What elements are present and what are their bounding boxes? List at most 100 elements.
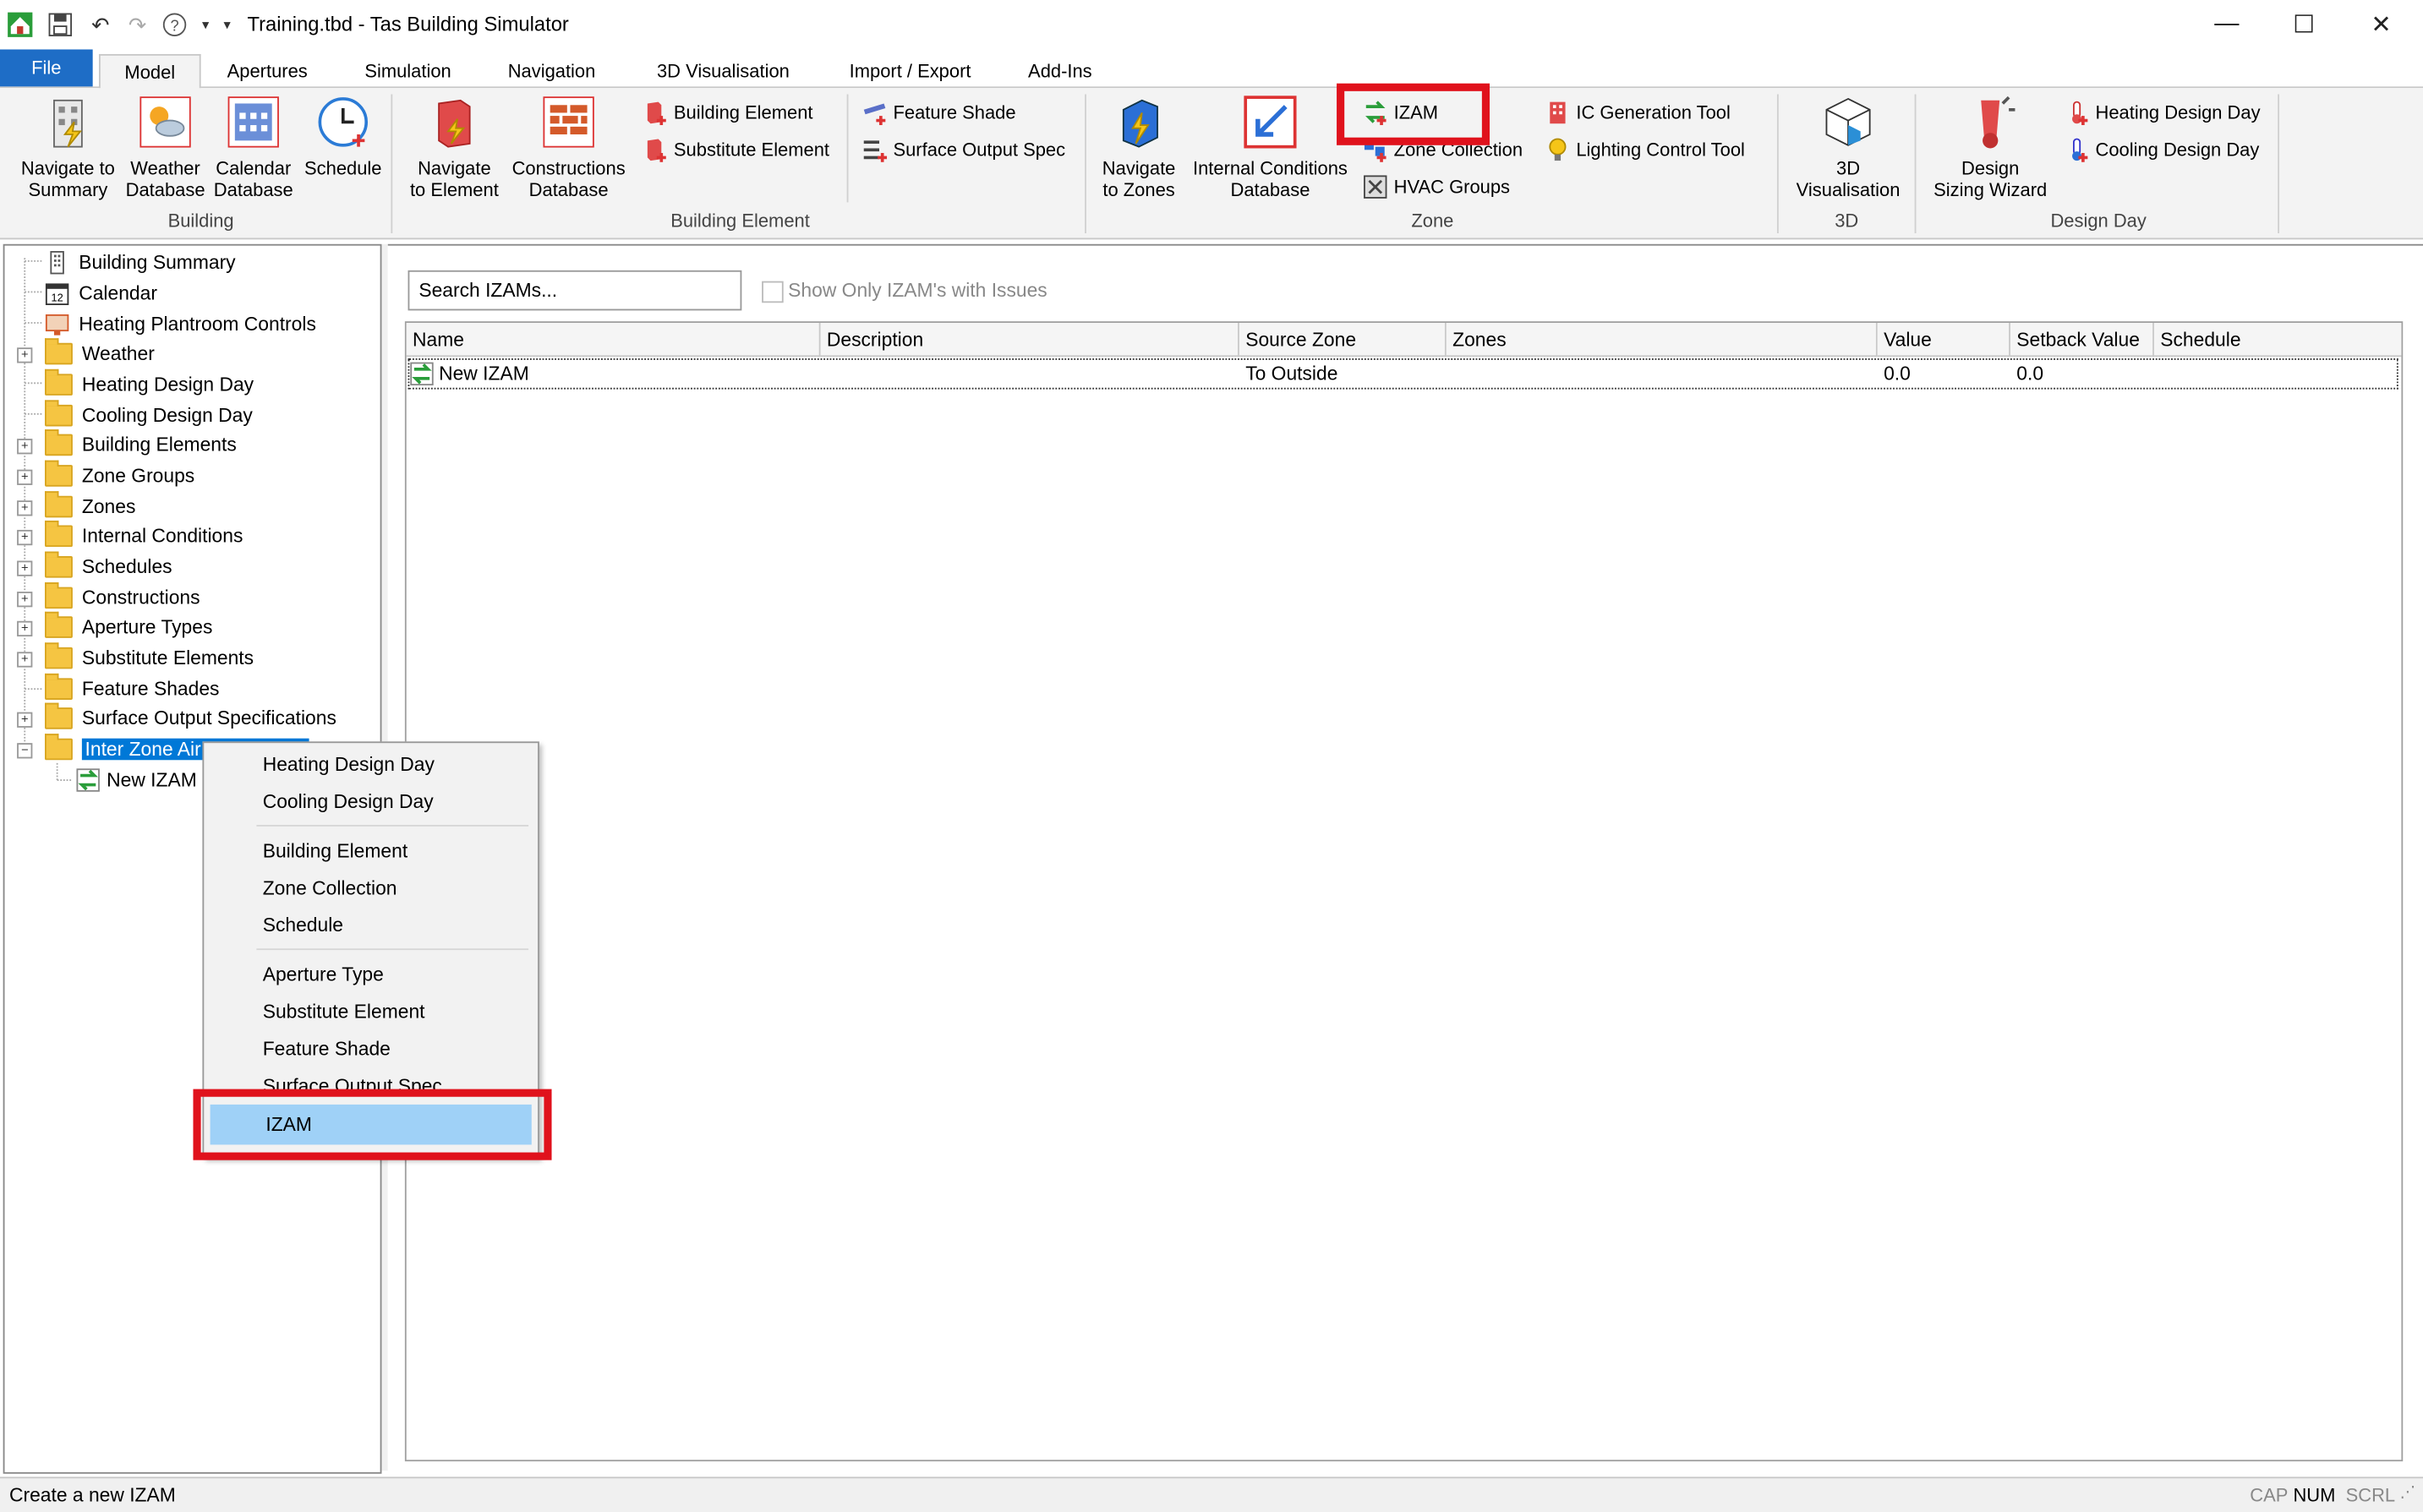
tree-item-substitute-elements[interactable]: Substitute Elements <box>45 642 254 672</box>
column-header-name[interactable]: Name <box>406 323 821 358</box>
tree-item-zone-groups[interactable]: Zone Groups <box>45 460 194 490</box>
close-button[interactable]: ✕ <box>2343 0 2420 49</box>
feature-shade-button[interactable]: Feature Shade <box>862 97 1016 128</box>
column-header-description[interactable]: Description <box>820 323 1239 358</box>
tree-item-weather[interactable]: Weather <box>45 338 155 368</box>
menu-item-aperture-type[interactable]: Aperture Type <box>207 958 532 991</box>
tab-import-export[interactable]: Import / Export <box>834 54 986 86</box>
expand-icon[interactable]: + <box>17 620 33 637</box>
tree-label: Heating Design Day <box>81 374 254 396</box>
tree-label: New IZAM <box>107 769 197 791</box>
tree-item-internal-conditions[interactable]: Internal Conditions <box>45 520 243 550</box>
expand-icon[interactable]: + <box>17 652 33 668</box>
substitute-element-label: Substitute Element <box>673 139 830 161</box>
design-sizing-label-1: Design <box>1961 157 2020 180</box>
calendar-database-button[interactable]: Calendar Database <box>211 94 297 201</box>
3d-visualisation-button[interactable]: 3D Visualisation <box>1786 94 1910 201</box>
lighting-control-tool-button[interactable]: Lighting Control Tool <box>1545 134 1745 166</box>
folder-icon <box>45 673 73 700</box>
help-icon[interactable]: ? <box>161 11 189 39</box>
tab-navigation[interactable]: Navigation <box>491 54 612 86</box>
group-label-design-day: Design Day <box>2050 210 2147 232</box>
show-only-issues-checkbox[interactable] <box>762 281 784 303</box>
cooling-design-day-button[interactable]: Cooling Design Day <box>2065 134 2259 166</box>
schedule-button[interactable]: Schedule <box>300 94 386 179</box>
tree-label: Zones <box>81 495 136 518</box>
tree-item-heating-plantroom[interactable]: Heating Plantroom Controls <box>45 310 316 338</box>
navigate-to-summary-button[interactable]: Navigate to Summary <box>13 94 124 201</box>
tree-item-cooling-design-day[interactable]: Cooling Design Day <box>45 400 253 429</box>
collapse-icon[interactable]: − <box>17 743 33 759</box>
tree-label: Calendar <box>79 282 157 305</box>
tree-item-constructions[interactable]: Constructions <box>45 582 200 612</box>
menu-item-cooling-design-day[interactable]: Cooling Design Day <box>207 785 532 819</box>
customize-toolbar-icon[interactable]: ▾ <box>213 11 241 39</box>
maximize-button[interactable]: ☐ <box>2266 0 2343 49</box>
tab-3d-visualisation[interactable]: 3D Visualisation <box>640 54 807 86</box>
menu-item-building-element[interactable]: Building Element <box>207 834 532 868</box>
tree-item-surface-output-specifications[interactable]: Surface Output Specifications <box>45 702 336 732</box>
tree-item-building-elements[interactable]: Building Elements <box>45 429 237 459</box>
expand-icon[interactable]: + <box>17 560 33 576</box>
menu-item-substitute-element[interactable]: Substitute Element <box>207 995 532 1029</box>
constructions-database-button[interactable]: Constructions Database <box>507 94 631 201</box>
heating-design-day-button[interactable]: Heating Design Day <box>2065 97 2261 128</box>
tree-item-aperture-types[interactable]: Aperture Types <box>45 611 212 641</box>
column-header-schedule[interactable]: Schedule <box>2153 323 2402 358</box>
tree-label: Building Summary <box>79 251 236 274</box>
tree-label: Building Elements <box>81 434 237 456</box>
hvac-groups-label: HVAC Groups <box>1393 176 1511 198</box>
substitute-element-button[interactable]: Substitute Element <box>643 134 829 166</box>
tree-item-building-summary[interactable]: Building Summary <box>45 248 236 276</box>
tree-item-feature-shades[interactable]: Feature Shades <box>45 673 219 703</box>
tab-apertures[interactable]: Apertures <box>213 54 321 86</box>
expand-icon[interactable]: + <box>17 439 33 455</box>
ic-generation-tool-button[interactable]: IC Generation Tool <box>1545 97 1731 128</box>
tree-item-heating-design-day[interactable]: Heating Design Day <box>45 368 254 399</box>
thermometer-hot-icon <box>2072 101 2088 126</box>
table-cell-name-text: New IZAM <box>439 363 529 385</box>
expand-icon[interactable]: + <box>17 500 33 516</box>
tree-item-calendar[interactable]: 12 Calendar <box>45 280 157 308</box>
navigate-to-zones-button[interactable]: Navigate to Zones <box>1094 94 1184 201</box>
tree-item-new-izam[interactable]: New IZAM <box>76 767 197 794</box>
expand-icon[interactable]: + <box>17 469 33 485</box>
tab-simulation[interactable]: Simulation <box>349 54 467 86</box>
column-header-setback-value[interactable]: Setback Value <box>2010 323 2154 358</box>
internal-conditions-database-button[interactable]: Internal Conditions Database <box>1184 94 1357 201</box>
minimize-button[interactable]: — <box>2188 0 2265 49</box>
navigate-to-element-button[interactable]: Navigate to Element <box>402 94 506 201</box>
expand-icon[interactable]: + <box>17 529 33 546</box>
tree-label: Weather <box>81 342 155 365</box>
expand-icon[interactable]: + <box>17 347 33 363</box>
tree-item-zones[interactable]: Zones <box>45 491 136 521</box>
search-izams-input[interactable]: Search IZAMs... <box>407 270 742 311</box>
redo-icon[interactable]: ↷ <box>123 11 151 39</box>
tab-file[interactable]: File <box>0 49 93 87</box>
save-icon[interactable] <box>46 11 74 39</box>
design-sizing-wizard-button[interactable]: Design Sizing Wizard <box>1925 94 2055 201</box>
tab-add-ins[interactable]: Add-Ins <box>1014 54 1107 86</box>
resize-grip-icon[interactable]: ⋰ <box>2400 1485 2415 1502</box>
tab-model[interactable]: Model <box>98 53 201 90</box>
building-element-button[interactable]: Building Element <box>643 97 813 128</box>
menu-item-schedule[interactable]: Schedule <box>207 909 532 942</box>
lightbulb-icon <box>1549 138 1567 161</box>
tree-label: Internal Conditions <box>81 525 243 548</box>
menu-item-heating-design-day[interactable]: Heating Design Day <box>207 748 532 782</box>
cube-icon <box>1825 97 1871 146</box>
expand-icon[interactable]: + <box>17 712 33 728</box>
menu-item-zone-collection[interactable]: Zone Collection <box>207 871 532 905</box>
undo-icon[interactable]: ↶ <box>86 11 114 39</box>
tree-item-schedules[interactable]: Schedules <box>45 551 172 581</box>
hvac-groups-button[interactable]: HVAC Groups <box>1363 172 1510 203</box>
surface-output-spec-button[interactable]: Surface Output Spec <box>862 134 1065 166</box>
column-header-source-zone[interactable]: Source Zone <box>1239 323 1447 358</box>
menu-item-feature-shade[interactable]: Feature Shade <box>207 1032 532 1066</box>
column-header-zones[interactable]: Zones <box>1446 323 1878 358</box>
weather-database-button[interactable]: Weather Database <box>123 94 207 201</box>
column-header-value[interactable]: Value <box>1877 323 2010 358</box>
expand-icon[interactable]: + <box>17 592 33 608</box>
group-separator <box>1776 94 1779 233</box>
group-label-zone: Zone <box>1411 210 1454 232</box>
